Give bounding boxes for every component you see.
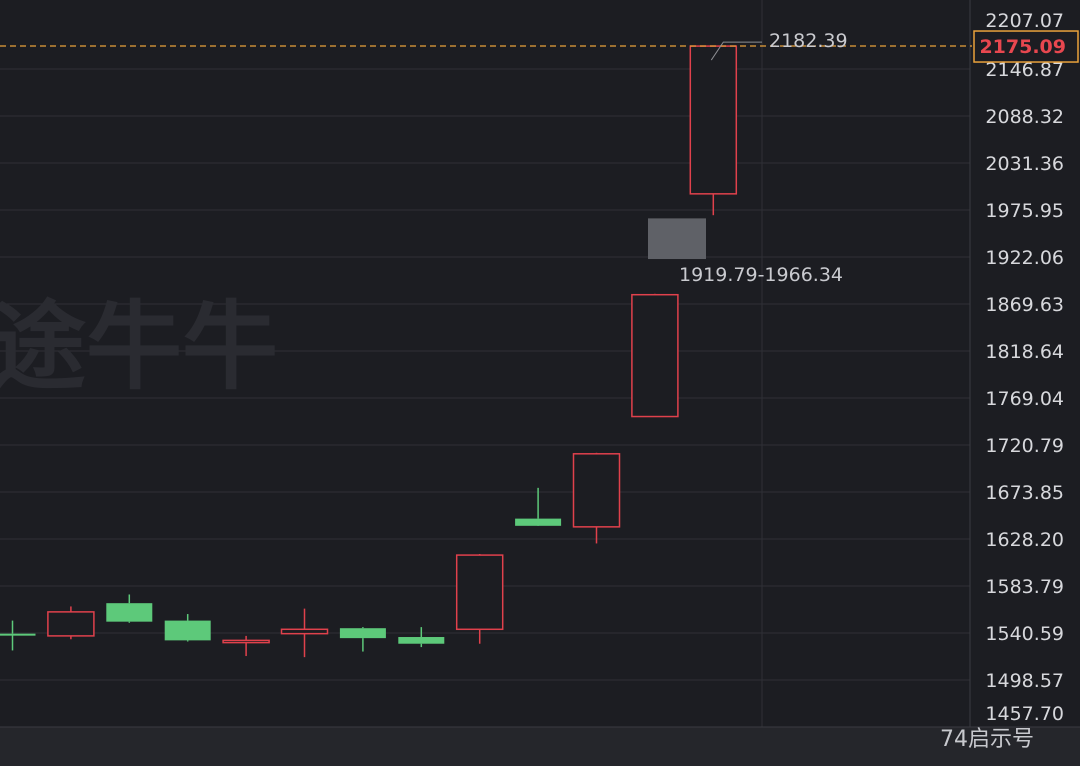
y-axis: 2207.072146.872088.322031.361975.951922.… (973, 10, 1079, 725)
candle-body (398, 637, 445, 644)
candle-body (47, 611, 95, 637)
corner-watermark: 74启示号 (940, 727, 1034, 752)
candle-body (339, 628, 386, 639)
x-axis-band (0, 727, 1080, 766)
y-tick-label: 1869.63 (985, 294, 1064, 316)
y-tick-label: 1818.64 (985, 341, 1064, 363)
gap-zone (648, 218, 706, 260)
candle-body (222, 639, 270, 644)
y-tick-label: 1975.95 (985, 200, 1064, 222)
y-tick-label: 1498.57 (985, 670, 1064, 692)
y-tick-label: 1540.59 (985, 623, 1064, 645)
candle-body (515, 518, 562, 526)
annotations: 1919.79-1966.34 2182.39 (0, 30, 972, 286)
y-tick-label: 1583.79 (985, 576, 1064, 598)
watermark: 途牛牛 (0, 291, 278, 403)
gap-label: 1919.79-1966.34 (679, 264, 843, 286)
candle-body (689, 45, 738, 195)
y-tick-label: 1769.04 (985, 388, 1064, 410)
y-tick-label: 2088.32 (985, 106, 1064, 128)
y-tick-label: 1457.70 (985, 703, 1064, 725)
y-tick-label: 1922.06 (985, 247, 1064, 269)
candle-body (572, 453, 621, 528)
y-tick-label: 1628.20 (985, 529, 1064, 551)
high-marker-label: 2182.39 (769, 30, 848, 52)
candle-body (280, 628, 329, 635)
candle-body (455, 554, 504, 631)
candle-body (0, 633, 36, 636)
candle-body (164, 620, 211, 641)
candlestick-chart: 途牛牛 1919.79-1966.342182.39 2207.072146.8… (0, 0, 1080, 766)
last-price-value: 2175.09 (979, 36, 1066, 58)
y-tick-label: 2207.07 (985, 10, 1064, 32)
candle-body (631, 293, 679, 418)
candle-body (106, 603, 153, 622)
y-tick-label: 1720.79 (985, 435, 1064, 457)
y-tick-label: 2031.36 (985, 153, 1064, 175)
gap-rect (648, 218, 706, 260)
y-tick-label: 1673.85 (985, 482, 1064, 504)
